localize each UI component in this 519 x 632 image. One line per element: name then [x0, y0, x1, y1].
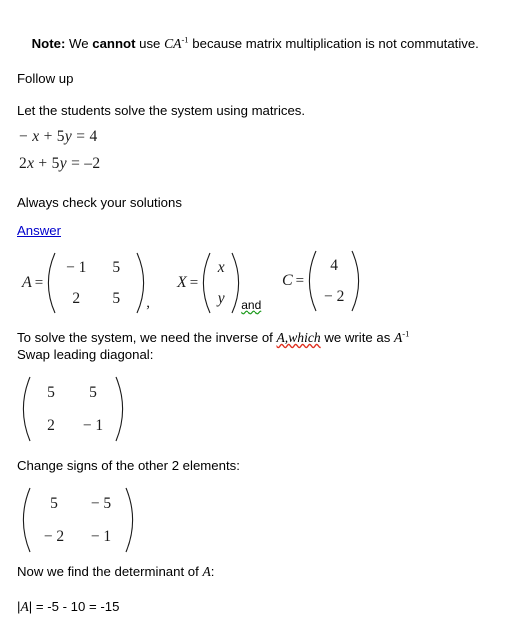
note-text-before: We	[65, 36, 93, 51]
matrix-X-label: X	[177, 274, 187, 291]
determinant-intro: Now we find the determinant of A:	[17, 563, 214, 597]
determinant-intro-a: Now we find the determinant of	[17, 564, 203, 579]
matrix-swapped-cell-1-1: − 1	[82, 416, 104, 434]
matrix-A-grid: − 1 5 2 5	[56, 252, 136, 314]
left-paren-icon	[22, 376, 31, 442]
matrix-A-label: A	[22, 274, 32, 291]
inverse-intro-a: To solve the system, we need the inverse…	[17, 330, 277, 345]
eq1-lead: −	[19, 128, 33, 145]
matrix-swapped-cell-0-1: 5	[89, 383, 97, 401]
document-page: Note: We cannot use CA-1 because matrix …	[0, 0, 519, 629]
matrix-A: A = − 1 5 2 5 ,	[22, 252, 150, 314]
instruction-text: Let the students solve the system using …	[17, 103, 306, 118]
inverse-intro-exponent: -1	[402, 328, 410, 339]
right-paren-icon	[125, 487, 134, 553]
determinant-result: |A| = -5 - 10 = -15	[17, 598, 119, 632]
inverse-intro-paragraph: To solve the system, we need the inverse…	[17, 329, 497, 380]
matrix-C-grid: 4 − 2	[317, 250, 351, 312]
matrix-A-trailing: ,	[146, 295, 150, 311]
note-math-exponent: -1	[181, 34, 189, 45]
equation-2: 2x + 5y = –2	[19, 155, 100, 173]
matrix-A-cell-0-1: 5	[112, 258, 121, 276]
inverse-intro-spellcheck: A,which	[276, 330, 321, 345]
matrix-A-cell-1-1: 5	[112, 289, 121, 307]
eq2-mid: + 5	[34, 155, 60, 172]
matrix-X-value-x: x	[217, 258, 225, 276]
right-paren-icon	[136, 252, 145, 314]
matrix-X-trailing-and: and	[241, 298, 262, 312]
change-signs-text: Change signs of the other 2 elements:	[17, 458, 240, 473]
determinant-result-tail: | = -5 - 10 = -15	[28, 599, 120, 614]
matrix-X-value-y: y	[217, 289, 225, 307]
determinant-intro-symbol: A	[202, 564, 211, 579]
matrix-signs-changed-cell-1-0: − 2	[43, 527, 65, 545]
right-paren-icon	[351, 250, 360, 312]
left-paren-icon	[202, 252, 211, 314]
matrix-C-equals: =	[295, 272, 305, 289]
matrix-C-label: C	[282, 272, 293, 289]
answer-link[interactable]: Answer	[17, 223, 61, 238]
follow-up-heading: Follow up	[17, 71, 74, 86]
eq2-lead: 2	[19, 155, 28, 172]
matrix-swapped-cell-1-0: 2	[47, 416, 55, 434]
matrix-swapped-grid: 5 5 2 − 1	[31, 376, 115, 442]
matrix-X-cell-0-0: x	[211, 252, 231, 283]
right-paren-icon	[231, 252, 240, 314]
note-text-after: use	[135, 36, 165, 51]
matrix-A-cell-1-0: 2	[72, 289, 81, 307]
matrix-X-cell-1-0: y	[211, 283, 231, 314]
eq1-y: y	[64, 128, 73, 145]
matrix-C-cell-1-0: − 2	[323, 287, 345, 305]
eq1-mid: + 5	[39, 128, 65, 145]
eq2-rhs: = –2	[66, 155, 101, 172]
matrix-signs-changed-grid: 5 − 5 − 2 − 1	[31, 487, 125, 553]
determinant-intro-b: :	[210, 564, 215, 579]
always-check-text: Always check your solutions	[17, 195, 182, 210]
matrix-signs-changed-cell-0-0: 5	[50, 494, 58, 512]
inverse-intro-b: we write as	[320, 330, 394, 345]
eq1-rhs: = 4	[72, 128, 98, 145]
determinant-result-symbol: A	[20, 599, 29, 614]
note-label: Note:	[31, 36, 66, 51]
eq2-y: y	[59, 155, 67, 172]
left-paren-icon	[308, 250, 317, 312]
equation-1: − x + 5y = 4	[19, 128, 98, 146]
matrix-X-grid: x y	[211, 252, 231, 314]
matrix-X: X = x y and	[177, 252, 261, 314]
matrix-A-cell-0-0: − 1	[66, 258, 87, 276]
note-paragraph: Note: We cannot use CA-1 because matrix …	[17, 18, 487, 69]
matrix-swapped: 5 5 2 − 1	[22, 376, 124, 442]
matrix-C: C = 4 − 2	[282, 250, 360, 312]
matrix-signs-changed-cell-1-1: − 1	[90, 527, 112, 545]
matrix-signs-changed: 5 − 5 − 2 − 1	[22, 487, 134, 553]
note-tail: because matrix multiplication is not com…	[188, 36, 479, 51]
matrix-signs-changed-cell-0-1: − 5	[90, 494, 112, 512]
matrix-A-equals: =	[34, 274, 44, 291]
left-paren-icon	[47, 252, 56, 314]
note-emphasis: cannot	[92, 36, 136, 51]
left-paren-icon	[22, 487, 31, 553]
swap-leading-diagonal-text: Swap leading diagonal:	[17, 347, 154, 362]
matrix-X-equals: =	[189, 274, 199, 291]
matrix-C-cell-0-0: 4	[330, 256, 339, 274]
note-math-expr: CA	[164, 36, 182, 51]
right-paren-icon	[115, 376, 124, 442]
matrix-swapped-cell-0-0: 5	[47, 383, 55, 401]
